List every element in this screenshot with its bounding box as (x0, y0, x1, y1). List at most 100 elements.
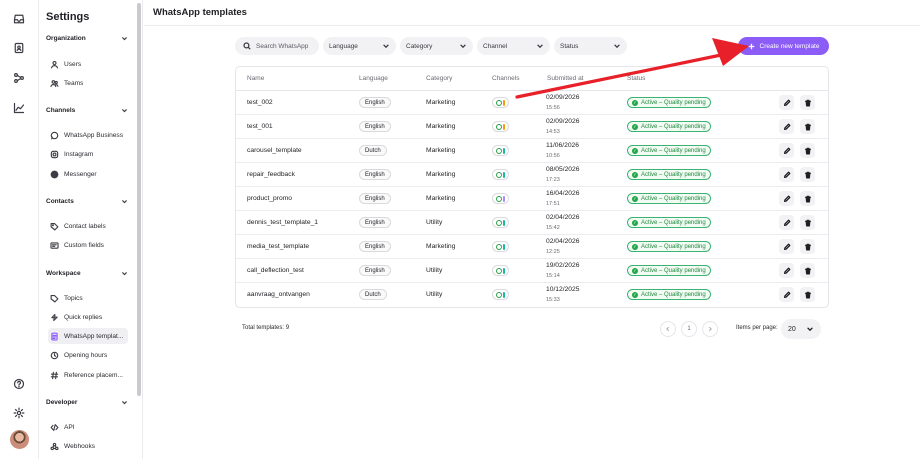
channel-badge (492, 193, 509, 204)
pencil-icon (783, 147, 790, 154)
column-language[interactable]: Language (359, 75, 388, 82)
sidebar-scrollbar[interactable] (137, 3, 141, 396)
contacts-book-icon[interactable] (12, 41, 26, 55)
edit-button[interactable] (779, 239, 794, 254)
table-row[interactable]: dennis_test_template_1 English Utility 02/0… (236, 211, 828, 235)
template-name[interactable]: media_test_template (247, 243, 309, 250)
sidebar-item-quick-replies[interactable]: Quick replies (48, 309, 128, 325)
sidebar-item-messenger[interactable]: Messenger (48, 166, 128, 182)
check-circle-icon: ✓ (632, 171, 638, 178)
column-name[interactable]: Name (247, 75, 264, 82)
template-name[interactable]: aanvraag_ontvangen (247, 291, 310, 298)
submitted-time: 15:56 (546, 105, 560, 111)
sidebar-item-topics[interactable]: Topics (48, 290, 128, 306)
sidebar-item-users[interactable]: Users (48, 56, 128, 72)
page-number[interactable]: 1 (681, 321, 697, 337)
edit-button[interactable] (779, 143, 794, 158)
channel-filter[interactable]: Channel (477, 37, 550, 55)
column-status[interactable]: Status (627, 75, 645, 82)
delete-button[interactable] (800, 215, 815, 230)
status-badge: ✓ Active – Quality pending (627, 145, 711, 156)
sidebar-item-teams[interactable]: Teams (48, 75, 128, 91)
template-name[interactable]: repair_feedback (247, 171, 295, 178)
delete-button[interactable] (800, 239, 815, 254)
table-row[interactable]: product_promo English Marketing 16/04/2026 1… (236, 187, 828, 211)
trash-icon (804, 219, 811, 226)
prev-page-button[interactable] (660, 321, 676, 337)
sidebar-item-webhooks[interactable]: Webhooks (48, 438, 128, 454)
delete-button[interactable] (800, 95, 815, 110)
status-badge: ✓ Active – Quality pending (627, 193, 711, 204)
delete-button[interactable] (800, 167, 815, 182)
reports-icon[interactable] (12, 101, 26, 115)
sidebar-item-api[interactable]: API (48, 419, 128, 435)
sidebar-item-whatsapp-templates[interactable]: WhatsApp templat... (48, 328, 128, 344)
template-name[interactable]: call_deflection_test (247, 267, 304, 274)
section-contacts[interactable]: Contacts (46, 198, 128, 205)
edit-button[interactable] (779, 191, 794, 206)
template-icon (51, 332, 58, 340)
status-badge: ✓ Active – Quality pending (627, 169, 711, 180)
template-name[interactable]: product_promo (247, 195, 292, 202)
sidebar-item-opening-hours[interactable]: Opening hours (48, 347, 128, 363)
table-row[interactable]: test_002 English Marketing 02/09/2026 15:56 ✓… (236, 91, 828, 115)
table-row[interactable]: call_deflection_test English Utility 19/02/… (236, 259, 828, 283)
chevron-down-icon (383, 44, 389, 49)
create-template-button[interactable]: Create new template (738, 37, 829, 55)
sidebar-item-instagram[interactable]: Instagram (48, 146, 128, 162)
section-channels[interactable]: Channels (46, 107, 128, 114)
table-row[interactable]: media_test_template English Marketing 02/04… (236, 235, 828, 259)
template-name[interactable]: test_001 (247, 123, 273, 130)
edit-button[interactable] (779, 119, 794, 134)
column-submitted-at[interactable]: Submitted at (547, 75, 584, 82)
section-workspace[interactable]: Workspace (46, 270, 128, 277)
edit-button[interactable] (779, 95, 794, 110)
delete-button[interactable] (800, 119, 815, 134)
channel-color-bar (503, 99, 506, 106)
user-avatar[interactable] (10, 430, 29, 449)
section-developer[interactable]: Developer (46, 399, 128, 406)
template-name[interactable]: carousel_template (247, 147, 302, 154)
delete-button[interactable] (800, 191, 815, 206)
section-organization[interactable]: Organization (46, 35, 128, 42)
category-text: Marketing (426, 99, 456, 106)
total-templates: Total templates: 9 (242, 325, 290, 331)
search-box[interactable] (235, 37, 319, 55)
edit-button[interactable] (779, 167, 794, 182)
edit-button[interactable] (779, 287, 794, 302)
items-per-page-select[interactable]: 20 (781, 319, 821, 339)
edit-button[interactable] (779, 263, 794, 278)
delete-button[interactable] (800, 263, 815, 278)
next-page-button[interactable] (702, 321, 718, 337)
sidebar-item-reference-placeholders[interactable]: Reference placem... (48, 367, 128, 383)
help-icon[interactable] (12, 377, 26, 391)
table-row[interactable]: test_001 English Marketing 02/09/2026 14:53 ✓… (236, 115, 828, 139)
language-filter[interactable]: Language (323, 37, 396, 55)
search-input[interactable] (256, 42, 314, 50)
whatsapp-icon (495, 291, 502, 298)
template-name[interactable]: dennis_test_template_1 (247, 219, 318, 226)
status-badge: ✓ Active – Quality pending (627, 241, 711, 252)
column-category[interactable]: Category (426, 75, 452, 82)
submitted-time: 17:51 (546, 201, 560, 207)
table-row[interactable]: carousel_template Dutch Marketing 11/06/202… (236, 139, 828, 163)
trash-icon (804, 291, 811, 298)
delete-button[interactable] (800, 287, 815, 302)
inbox-icon[interactable] (12, 12, 26, 26)
settings-gear-icon[interactable] (12, 406, 26, 420)
language-badge: English (359, 217, 391, 228)
table-row[interactable]: repair_feedback English Marketing 08/05/202… (236, 163, 828, 187)
delete-button[interactable] (800, 143, 815, 158)
category-filter[interactable]: Category (400, 37, 473, 55)
sidebar-item-contact-labels[interactable]: Contact labels (48, 218, 128, 234)
template-name[interactable]: test_002 (247, 99, 273, 106)
sidebar-item-custom-fields[interactable]: Custom fields (48, 237, 128, 253)
column-channels[interactable]: Channels (492, 75, 519, 82)
sidebar-item-whatsapp-business[interactable]: WhatsApp Business (48, 127, 128, 143)
chevron-down-icon (122, 272, 127, 276)
status-filter[interactable]: Status (554, 37, 627, 55)
flows-icon[interactable] (12, 71, 26, 85)
edit-button[interactable] (779, 215, 794, 230)
channel-badge (492, 217, 509, 228)
table-row[interactable]: aanvraag_ontvangen Dutch Utility 10/12/2025… (236, 283, 828, 307)
